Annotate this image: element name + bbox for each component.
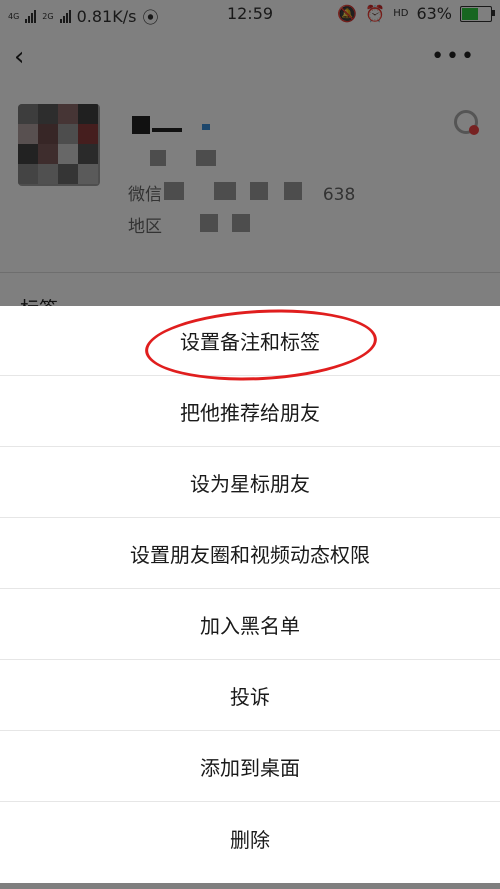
recommend-to-friend-button[interactable]: 把他推荐给朋友 [0,377,500,447]
watermark-text: Bai [425,859,462,883]
moments-permission-button[interactable]: 设置朋友圈和视频动态权限 [0,519,500,589]
add-to-blacklist-button[interactable]: 加入黑名单 [0,590,500,660]
report-button[interactable]: 投诉 [0,661,500,731]
action-sheet: 设置备注和标签 把他推荐给朋友 设为星标朋友 设置朋友圈和视频动态权限 加入黑名… [0,306,500,883]
set-star-friend-button[interactable]: 设为星标朋友 [0,448,500,518]
baidu-watermark: Bai 经验 [425,859,490,883]
set-remark-and-tags-button[interactable]: 设置备注和标签 [0,306,500,376]
watermark-suffix: 经验 [468,868,490,881]
add-to-desktop-button[interactable]: 添加到桌面 [0,732,500,802]
